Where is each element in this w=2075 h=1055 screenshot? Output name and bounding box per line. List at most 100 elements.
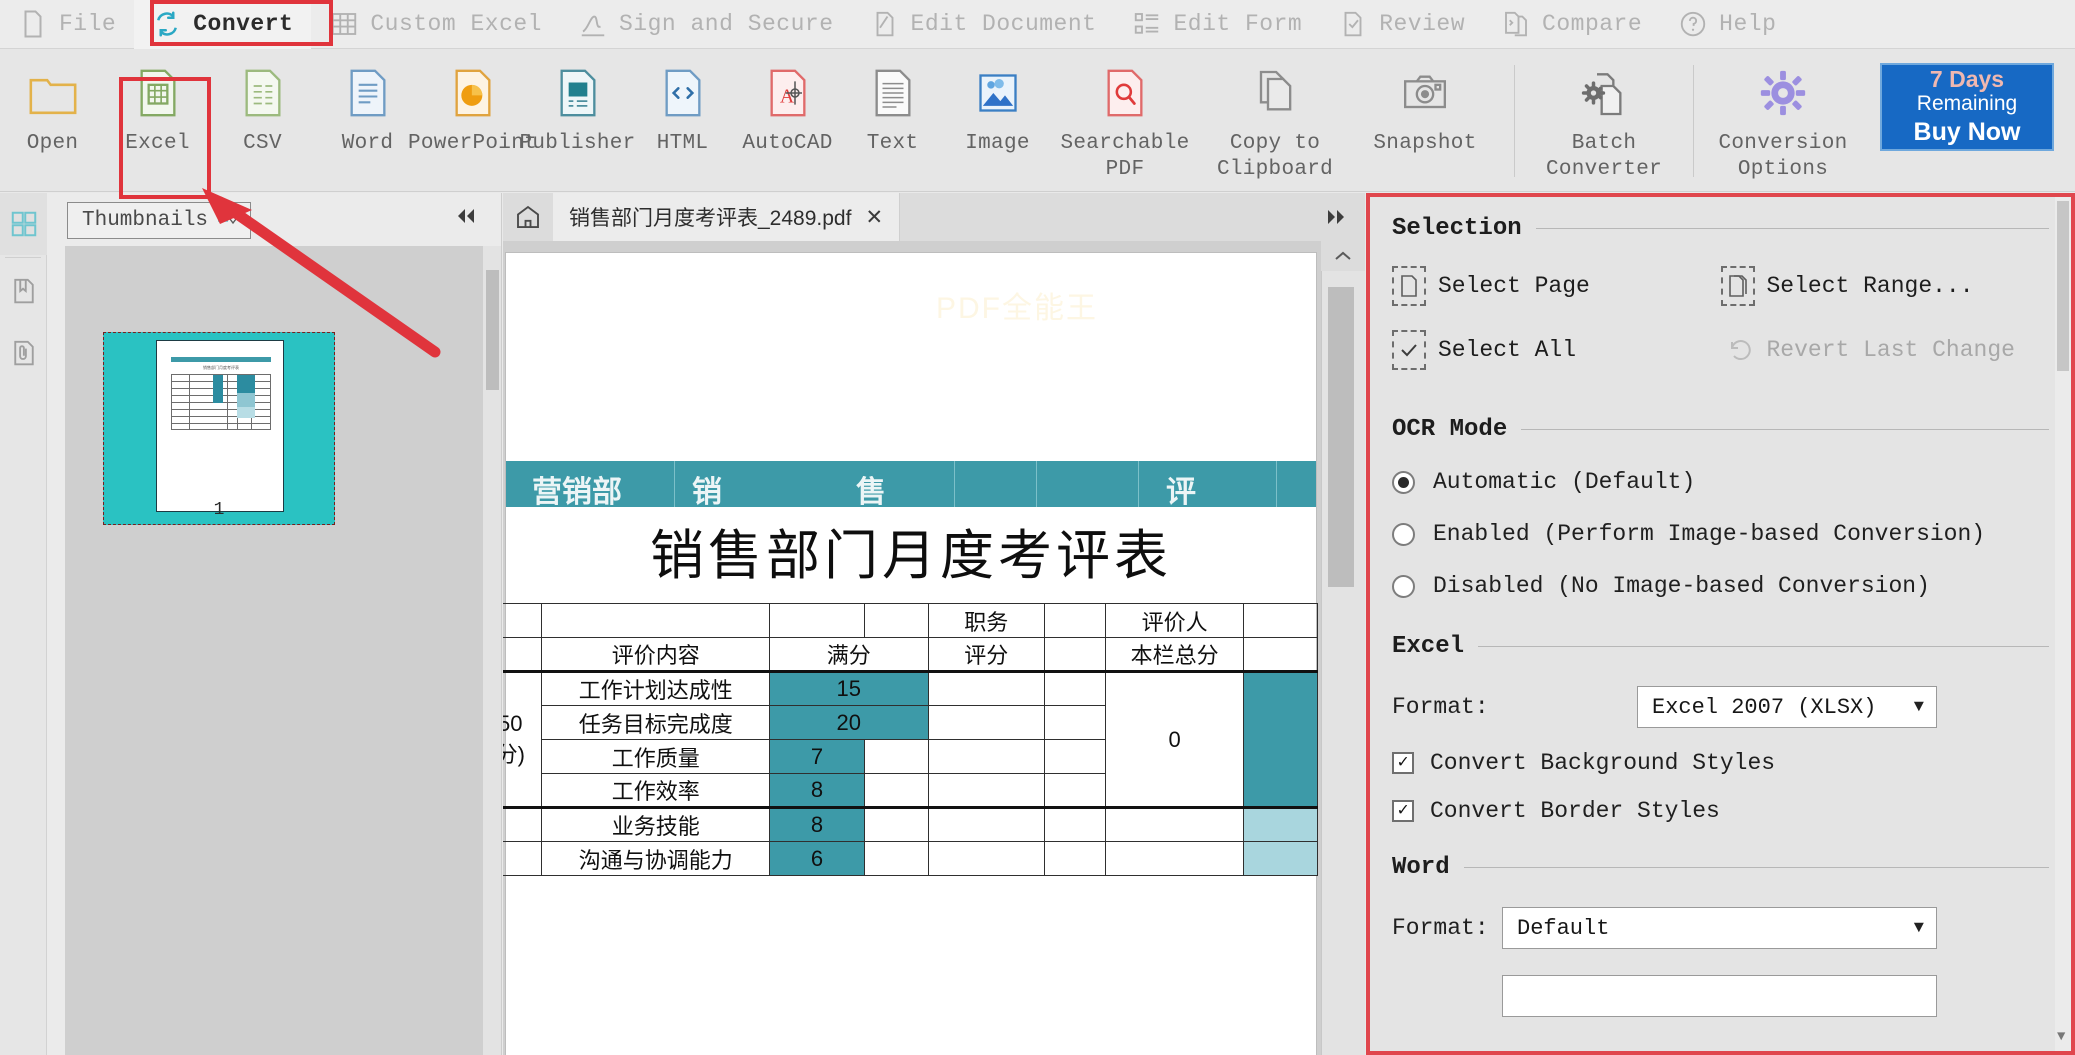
menu-item-compare[interactable]: Compare — [1483, 0, 1660, 49]
table-row: 评价内容 满分 评分 本栏总分 — [503, 637, 1319, 672]
revert-last-change-button[interactable]: Revert Last Change — [1721, 330, 2050, 370]
excel-format-dropdown[interactable]: Excel 2007 (XLSX) ▼ — [1637, 686, 1937, 728]
menu-item-label: Help — [1719, 11, 1777, 37]
toolbar-button-csv[interactable]: CSV — [210, 49, 315, 157]
double-chevron-left-icon — [458, 209, 474, 223]
batch-gear-doc-icon — [1581, 73, 1622, 116]
toolbar-button-conversion-options[interactable]: Conversion Options — [1708, 49, 1858, 182]
toolbar-button-label: Copy to Clipboard — [1216, 132, 1334, 181]
toolbar-button-label: Excel — [125, 132, 190, 155]
radio-icon — [1392, 574, 1415, 598]
menu-item-file[interactable]: File — [0, 0, 134, 49]
table-row: 职务 评价人 — [503, 603, 1319, 638]
menu-item-edit-document[interactable]: Edit Document — [852, 0, 1115, 49]
rail-button-attachments[interactable] — [0, 322, 47, 384]
ocr-option-enabled[interactable]: Enabled (Perform Image-based Conversion) — [1392, 521, 2049, 547]
excel-file-icon — [140, 69, 175, 117]
word-format-label: Format: — [1392, 915, 1489, 941]
table-cell: 工作效率 — [541, 773, 770, 808]
toolbar-button-powerpoint[interactable]: PowerPoint — [408, 49, 537, 157]
menu-item-edit-form[interactable]: Edit Form — [1114, 0, 1320, 49]
document-scrollbar[interactable] — [1321, 271, 1365, 1055]
band-label: 评 — [1166, 476, 1196, 509]
table-icon — [332, 13, 357, 35]
menu-item-convert[interactable]: Convert — [134, 0, 312, 49]
ocr-option-automatic[interactable]: Automatic (Default) — [1392, 469, 2049, 495]
check-doc-icon — [1344, 11, 1362, 37]
select-page-button[interactable]: Select Page — [1392, 266, 1721, 306]
word-next-dropdown[interactable] — [1502, 975, 1937, 1017]
chevron-down-icon — [218, 216, 237, 224]
rail-button-thumbnails[interactable] — [0, 193, 47, 255]
rail-button-bookmarks[interactable] — [0, 260, 47, 322]
options-scrollbar[interactable]: ▼ — [2055, 197, 2071, 1051]
band-label: 售 — [856, 476, 886, 509]
toolbar-button-label: Searchable PDF — [1060, 132, 1190, 181]
menu-item-help[interactable]: Help — [1660, 0, 1794, 49]
attachment-doc-icon — [13, 340, 34, 366]
toolbar-button-html[interactable]: HTML — [630, 49, 735, 157]
thumbnails-dropdown[interactable]: Thumbnails — [67, 202, 252, 239]
document-viewport[interactable]: PDF全能王 营销部 销 售 评 销售部门月度考评表 职务 评价人 评价内容 满… — [503, 241, 1321, 1055]
toolbar-button-image[interactable]: Image — [945, 49, 1050, 157]
table-cell: 职务 — [927, 603, 1046, 638]
menu-item-review[interactable]: Review — [1320, 0, 1483, 49]
form-list-icon — [1135, 13, 1159, 34]
excel-format-label: Format: — [1392, 694, 1489, 720]
toolbar-button-copy-to-clipboard[interactable]: Copy to Clipboard — [1200, 49, 1350, 182]
toolbar-button-batch-converter[interactable]: Batch Converter — [1529, 49, 1679, 182]
word-format-value: Default — [1517, 915, 1610, 941]
thumbnail-scrollbar-thumb[interactable] — [486, 270, 499, 390]
excel-format-value: Excel 2007 (XLSX) — [1652, 694, 1877, 720]
chevron-down-icon[interactable]: ▼ — [2057, 1029, 2065, 1045]
document-page: PDF全能王 营销部 销 售 评 销售部门月度考评表 职务 评价人 评价内容 满… — [503, 253, 1319, 1055]
chevron-down-icon: ▼ — [1913, 918, 1924, 938]
toolbar-button-label: Text — [866, 132, 919, 155]
toolbar-button-snapshot[interactable]: Snapshot — [1350, 49, 1500, 157]
thumbnail-fill — [237, 407, 255, 418]
toolbar-button-searchable-pdf[interactable]: Searchable PDF — [1050, 49, 1200, 182]
buy-now-button[interactable]: 7 Days Remaining Buy Now — [1880, 63, 2054, 151]
document-tab[interactable]: 销售部门月度考评表_2489.pdf ✕ — [553, 193, 901, 241]
selection-row-1: Select Page Select Range... — [1392, 266, 2049, 306]
table-cell: 任务目标完成度 — [541, 705, 770, 740]
document-tab-title: 销售部门月度考评表_2489.pdf — [569, 207, 852, 230]
excel-format-row: Format: Excel 2007 (XLSX) ▼ — [1392, 686, 2049, 728]
table-cell: 业务技能 — [541, 806, 770, 842]
convert-border-styles-checkbox[interactable]: ✓ Convert Border Styles — [1392, 798, 2049, 824]
band-label: 营销部 — [532, 476, 622, 509]
menu-item-custom-excel[interactable]: Custom Excel — [311, 0, 560, 49]
collapse-panel-button[interactable] — [453, 205, 479, 233]
document-scroll-up-button[interactable] — [1321, 241, 1365, 271]
toolbar-button-excel[interactable]: Excel — [105, 49, 210, 157]
toolbar-button-autocad[interactable]: A AutoCAD — [735, 49, 840, 157]
document-scrollbar-thumb[interactable] — [1328, 287, 1354, 587]
thumbnail-item[interactable]: 销售部门月度考评表 1 — [103, 332, 335, 525]
menu-item-sign-and-secure[interactable]: Sign and Secure — [560, 0, 852, 49]
toolbar-button-open[interactable]: Open — [0, 49, 105, 157]
compare-docs-icon — [1505, 11, 1527, 37]
convert-background-styles-checkbox[interactable]: ✓ Convert Background Styles — [1392, 750, 2049, 776]
thumbnail-scrollbar[interactable] — [483, 246, 501, 1055]
tab-overflow-button[interactable] — [1323, 193, 1365, 241]
table-cell: 7 — [768, 739, 866, 774]
menu-item-label: Convert — [193, 11, 294, 37]
toolbar-button-word[interactable]: Word — [315, 49, 420, 157]
select-all-button[interactable]: Select All — [1392, 330, 1721, 370]
toolbar-button-publisher[interactable]: Publisher — [519, 49, 635, 157]
close-icon[interactable]: ✕ — [865, 205, 883, 230]
menu-item-label: Compare — [1542, 11, 1643, 37]
select-range-button[interactable]: Select Range... — [1720, 266, 2050, 306]
radio-icon — [1392, 470, 1415, 494]
toolbar-button-text[interactable]: Text — [840, 49, 945, 157]
ocr-option-disabled[interactable]: Disabled (No Image-based Conversion) — [1392, 573, 2049, 599]
options-scrollbar-thumb[interactable] — [2057, 201, 2069, 371]
checkbox-label: Convert Border Styles — [1430, 798, 1720, 824]
document-table: 职务 评价人 评价内容 满分 评分 本栏总分 50分) 工作计划达成性 15 0… — [503, 603, 1319, 876]
word-format-dropdown[interactable]: Default ▼ — [1502, 907, 1937, 949]
trial-remaining-label: Remaining — [1916, 91, 2018, 115]
thumbnail-list[interactable]: 销售部门月度考评表 1 — [65, 246, 485, 1055]
table-cell: 15 — [768, 670, 929, 706]
checkbox-label: Convert Background Styles — [1430, 750, 1776, 776]
home-button[interactable] — [503, 193, 553, 241]
